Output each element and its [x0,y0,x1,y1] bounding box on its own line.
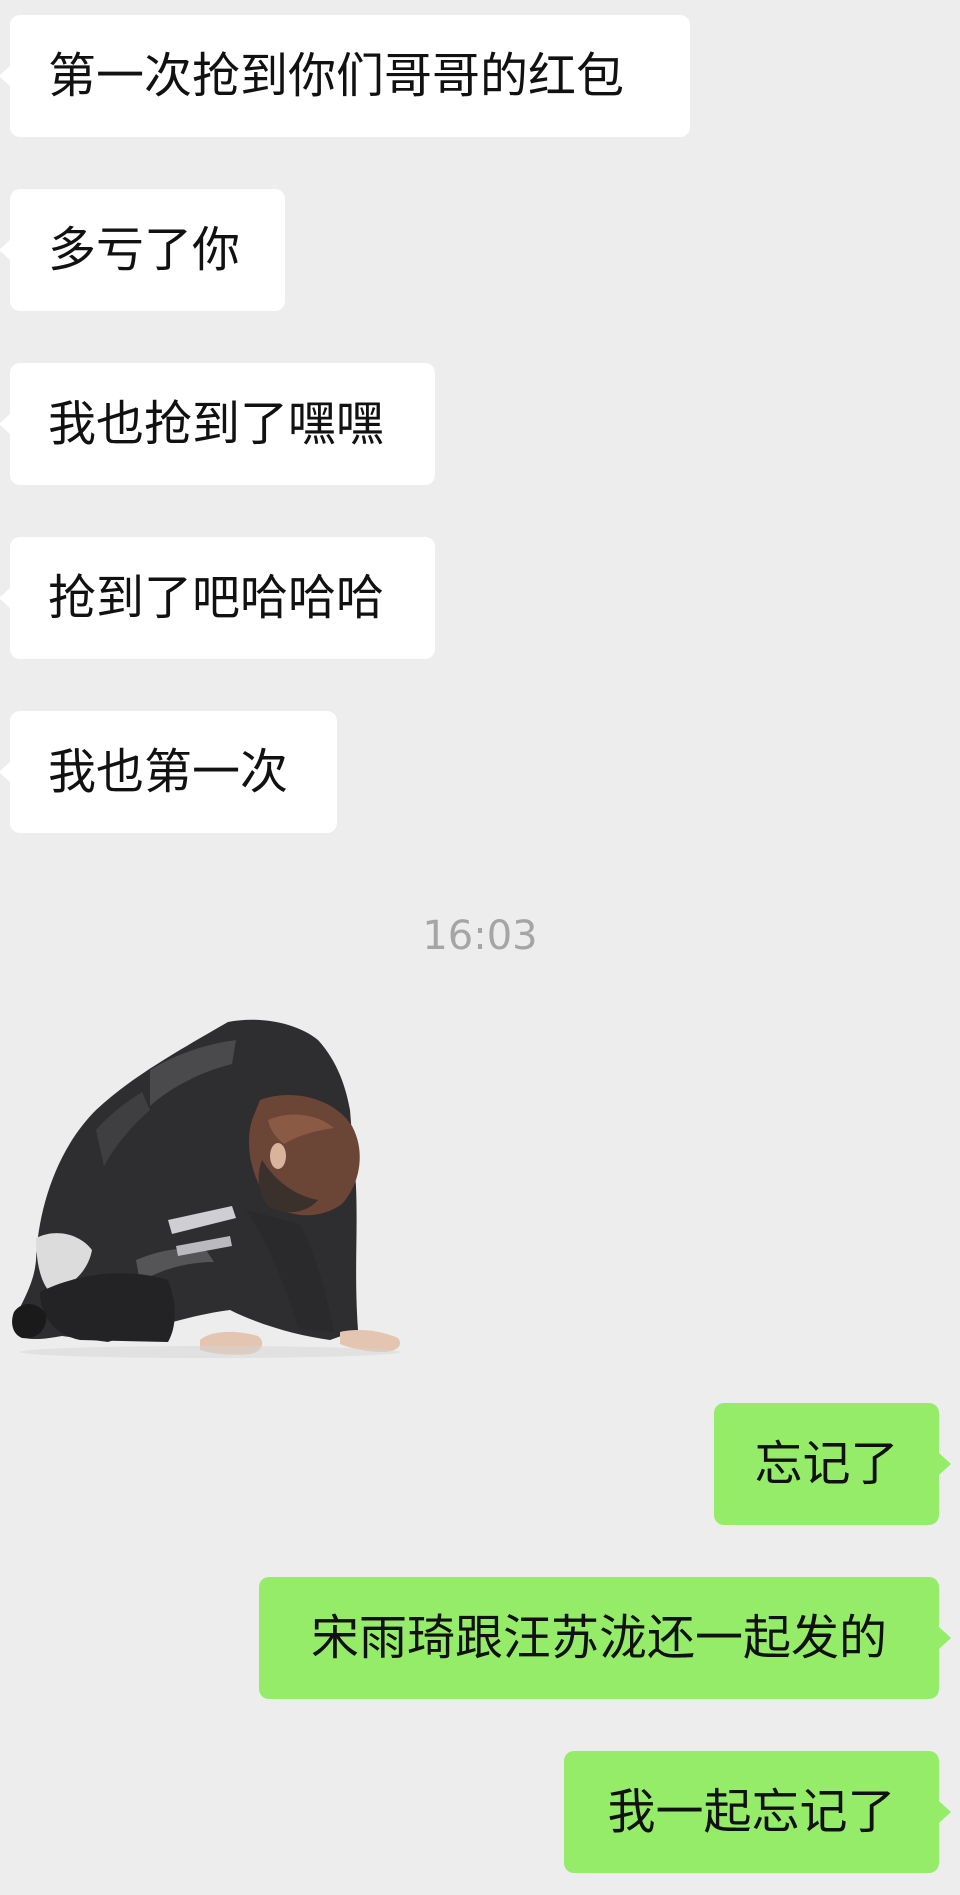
incoming-message-bubble[interactable]: 抢到了吧哈哈哈 [0,537,435,659]
incoming-message-bubble[interactable]: 我也抢到了嘿嘿 [0,363,435,485]
outgoing-message-bubble[interactable]: 我一起忘记了 [564,1751,951,1873]
incoming-message-bubble[interactable]: 多亏了你 [0,189,285,311]
outgoing-message-bubble[interactable]: 忘记了 [714,1403,951,1525]
incoming-message-bubble[interactable]: 我也第一次 [0,711,337,833]
outgoing-message-bubble[interactable]: 宋雨琦跟汪苏泷还一起发的 [259,1577,951,1699]
incoming-message-bubble[interactable]: 第一次抢到你们哥哥的红包 [0,15,690,137]
kneeling-person-sticker-icon[interactable] [0,1010,420,1360]
message-timestamp: 16:03 [422,913,538,959]
